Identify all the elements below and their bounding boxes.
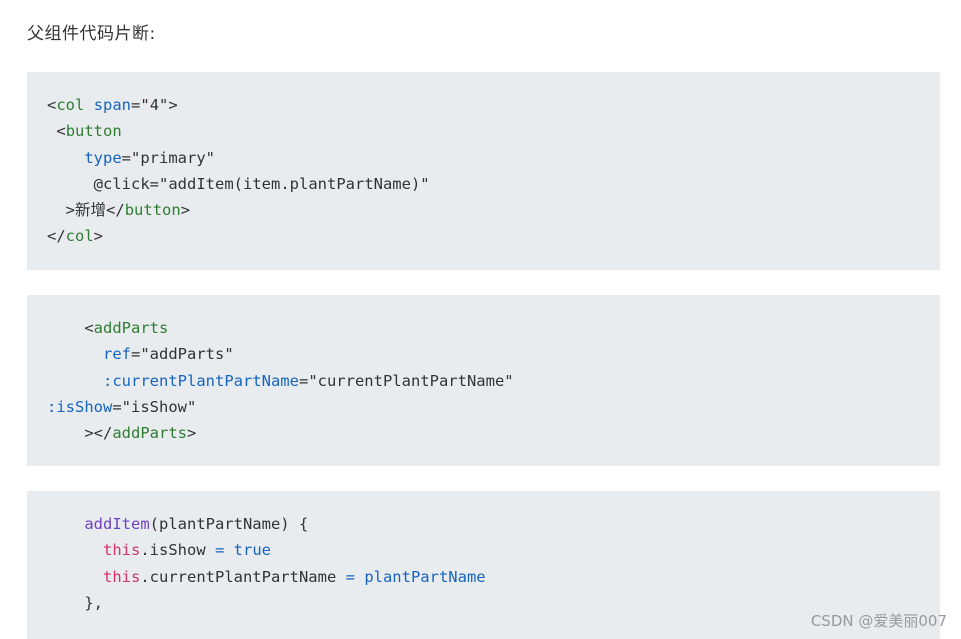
operator: = [214,541,225,560]
property: .isShow [140,541,215,560]
punctuation: = [112,397,122,416]
punctuation: ></ [84,424,113,443]
tag-name: col [56,96,85,114]
code-line: this.isShow = true [47,537,940,563]
code-line: <button [47,118,940,144]
function-name: addItem [84,515,150,533]
code-text: }, [84,593,103,612]
code-line: </col> [47,223,940,249]
property: .currentPlantPartName [140,567,346,586]
punctuation: > [65,201,76,220]
code-line: type="primary" [47,145,940,171]
code-line: addItem(plantPartName) { [47,511,940,537]
punctuation: = [149,174,160,193]
code-line: @click="addItem(item.plantPartName)" [47,171,940,197]
tag-name: button [65,122,122,141]
code-line: this.currentPlantPartName = plantPartNam… [47,564,940,590]
punctuation: > [93,227,104,246]
code-text: (plantPartName) { [149,515,309,533]
code-block-component: <addParts ref="addParts" :currentPlantPa… [27,295,940,466]
code-line: :currentPlantPartName="currentPlantPartN… [47,368,940,394]
attribute-name: ref [103,345,131,364]
operator: = [345,567,355,586]
punctuation: = [298,371,309,390]
tag-name: button [124,201,181,220]
watermark: CSDN @爱美丽007 [810,612,947,630]
punctuation: > [186,424,197,443]
code-block-method: addItem(plantPartName) { this.isShow = t… [27,491,940,639]
button-text: 新增 [75,201,107,220]
code-line: <col span="4"> [47,92,940,118]
attribute-value: "currentPlantPartName" [308,371,514,390]
value: plantPartName [354,567,486,586]
code-line: ></addParts> [47,420,940,446]
punctuation: > [180,201,191,220]
tag-name: col [65,227,94,246]
punctuation: > [168,96,178,114]
tag-name: addParts [112,424,187,443]
directive-name: @click [93,174,150,193]
value: true [224,541,271,560]
punctuation: </ [47,227,66,246]
attribute-value: "primary" [131,148,215,167]
punctuation: = [121,148,131,167]
attribute-value: "addItem(item.plantPartName)" [159,174,430,193]
code-line: >新增</button> [47,197,940,223]
punctuation: </ [106,201,125,220]
attribute-value: "isShow" [121,397,197,416]
section-heading: 父组件代码片断: [27,24,156,44]
code-line: <addParts [47,315,940,341]
code-block-template: <col span="4"> <button type="primary" @c… [27,72,940,270]
punctuation: < [47,96,57,114]
code-line: :isShow="isShow" [47,394,940,420]
keyword: this [103,541,141,560]
code-line: ref="addParts" [47,341,940,367]
attribute-name: type [84,148,122,167]
punctuation: < [56,122,66,141]
punctuation: = [131,345,141,364]
attribute-value: "addParts" [140,345,234,364]
attribute-name: :isShow [47,397,113,416]
attribute-name: span [93,96,132,114]
code-line: }, [47,590,940,616]
tag-name: addParts [93,319,169,337]
punctuation: = [131,96,141,114]
attribute-value: "4" [140,96,169,114]
keyword: this [103,567,141,586]
punctuation: < [84,319,94,337]
attribute-name: :currentPlantPartName [103,371,299,390]
